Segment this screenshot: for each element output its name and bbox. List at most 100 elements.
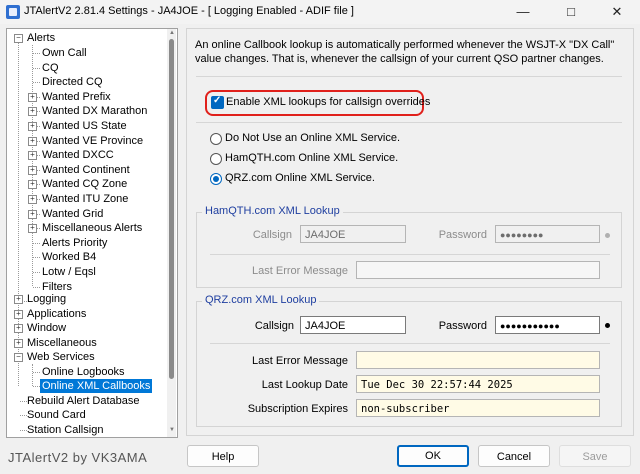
tree-item-station-callsign[interactable]: Station Callsign [27,423,103,437]
tree-item-alert-child[interactable]: Worked B4 [42,250,96,264]
tree-guide-line [33,272,40,273]
tree-item-alert-child[interactable]: Alerts Priority [42,236,107,250]
tree-guide-line [33,82,40,84]
hamqth-callsign-label: Callsign [252,229,292,241]
collapse-icon[interactable]: − [14,353,23,362]
tree-item-alert-child[interactable]: Wanted ITU Zone [42,192,128,206]
tree-guide-line [33,242,40,244]
window-title: JTAlertV2 2.81.4 Settings - JA4JOE - [ L… [24,5,354,17]
cancel-button[interactable]: Cancel [478,445,550,467]
help-button[interactable]: Help [187,445,259,467]
tree-item-online-xml-callbooks[interactable]: Online XML Callbooks [40,379,153,393]
tree-guide-line [33,67,40,69]
qrz-group-title: QRZ.com XML Lookup [202,294,320,306]
tree-item-alert-child[interactable]: Wanted VE Province [42,134,143,148]
tree-item-alert-child[interactable]: Lotw / Eqsl [42,265,96,279]
divider [196,76,622,77]
radio-hamqth-label: HamQTH.com Online XML Service. [225,152,399,164]
expand-icon[interactable]: + [28,151,37,161]
tree-item-window[interactable]: Window [27,321,66,335]
ok-button[interactable]: OK [397,445,469,467]
tree-item-alert-child[interactable]: Own Call [42,46,87,60]
expand-icon[interactable]: + [28,209,37,219]
tree-guide-line [20,430,27,431]
qrz-status-icon [605,323,610,328]
radio-qrz-label: QRZ.com Online XML Service. [225,172,375,184]
settings-tree[interactable]: − Alerts Own Call CQ Directed CQ + Wanted Pr… [6,28,178,438]
tree-guide-line [33,53,40,54]
footer-credit: JTAlertV2 by VK3AMA [8,450,148,465]
qrz-last-lookup-field: Tue Dec 30 22:57:44 2025 [356,375,600,393]
tree-guide-line [18,43,19,386]
tree-item-logging[interactable]: Logging [27,292,66,306]
expand-icon[interactable]: + [28,92,37,102]
tree-item-miscellaneous[interactable]: Miscellaneous [27,336,97,350]
tree-guide-line [33,257,40,259]
divider [196,122,622,123]
close-button[interactable]: ✕ [594,0,640,24]
tree-item-online-logbooks[interactable]: Online Logbooks [42,365,125,379]
tree-item-applications[interactable]: Applications [27,307,86,321]
tree-item-alert-child[interactable]: Directed CQ [42,75,103,89]
save-button[interactable]: Save [559,445,631,467]
expand-icon[interactable]: + [14,339,23,348]
tree-item-alert-child[interactable]: CQ [42,61,59,75]
tree-item-alert-child[interactable]: Wanted Continent [42,163,130,177]
tree-item-alert-child[interactable]: Miscellaneous Alerts [42,221,142,235]
divider [210,343,610,344]
radio-hamqth[interactable] [210,153,222,165]
minimize-button[interactable]: — [500,0,546,24]
tree-guide-line [33,372,40,373]
qrz-subscription-label: Subscription Expires [247,403,348,415]
hamqth-password-label: Password [438,229,487,241]
qrz-password-label: Password [438,320,487,332]
tree-item-rebuild-alert-database[interactable]: Rebuild Alert Database [27,394,140,408]
tree-item-alert-child[interactable]: Wanted Grid [42,207,103,221]
expand-icon[interactable]: + [28,136,37,146]
collapse-icon[interactable]: − [14,34,23,43]
radio-no-service-label: Do Not Use an Online XML Service. [225,132,401,144]
expand-icon[interactable]: + [28,165,37,175]
expand-icon[interactable]: + [28,224,37,234]
tree-item-alerts[interactable]: Alerts [27,31,55,45]
scroll-down-icon[interactable]: ▼ [169,427,175,433]
tree-scrollbar[interactable]: ▲ ▼ [167,29,176,437]
qrz-callsign-field[interactable]: JA4JOE [300,316,406,334]
tree-guide-line [20,415,27,416]
tree-guide-line [33,286,40,288]
enable-xml-checkbox[interactable] [211,95,224,109]
tree-item-alert-child[interactable]: Wanted DXCC [42,148,114,162]
scroll-up-icon[interactable]: ▲ [169,30,175,36]
expand-icon[interactable]: + [14,310,23,319]
maximize-button[interactable]: □ [548,0,594,24]
expand-icon[interactable]: + [28,122,37,131]
enable-xml-label: Enable XML lookups for callsign override… [226,96,431,108]
tree-item-sound-card[interactable]: Sound Card [27,408,86,422]
hamqth-last-error-field [356,261,600,279]
hamqth-last-error-label: Last Error Message [252,265,348,277]
expand-icon[interactable]: + [28,180,37,190]
hamqth-password-field[interactable]: ●●●●●●●● [495,225,600,243]
tree-item-alert-child[interactable]: Wanted DX Marathon [42,104,147,118]
expand-icon[interactable]: + [28,107,37,117]
qrz-callsign-label: Callsign [254,320,294,332]
qrz-password-field[interactable]: ●●●●●●●●●●● [495,316,600,334]
radio-qrz[interactable] [210,173,222,185]
expand-icon[interactable]: + [14,295,23,304]
hamqth-status-icon [605,233,610,238]
tree-item-web-services[interactable]: Web Services [27,350,95,364]
intro-text: An online Callbook lookup is automatical… [195,39,615,65]
qrz-last-lookup-label: Last Lookup Date [261,379,348,391]
scrollbar-thumb[interactable] [169,39,174,379]
expand-icon[interactable]: + [14,324,23,333]
radio-no-service[interactable] [210,133,222,145]
qrz-last-error-field [356,351,600,369]
tree-guide-line [32,364,33,386]
qrz-last-error-label: Last Error Message [252,355,348,367]
hamqth-callsign-field[interactable]: JA4JOE [300,225,406,243]
app-icon [6,5,20,19]
tree-item-alert-child[interactable]: Wanted CQ Zone [42,177,127,191]
tree-item-alert-child[interactable]: Wanted Prefix [42,90,111,104]
tree-item-alert-child[interactable]: Wanted US State [42,119,127,133]
expand-icon[interactable]: + [28,195,37,204]
